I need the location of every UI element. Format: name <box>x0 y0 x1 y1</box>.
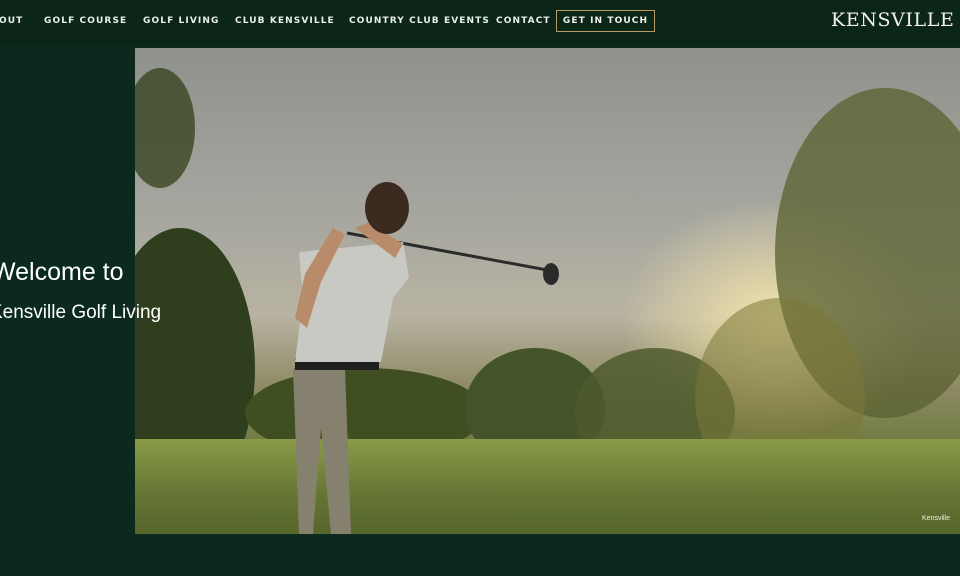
get-in-touch-button[interactable]: GET IN TOUCH <box>556 10 655 32</box>
nav-item-club-kensville[interactable]: CLUB KENSVILLE <box>235 16 335 26</box>
hero-heading-line2: Kensville Golf Living <box>0 302 162 323</box>
hero-heading-line1: Welcome to <box>0 258 124 286</box>
nav-item-country-club-events[interactable]: COUNTRY CLUB EVENTS <box>349 16 490 26</box>
nav-item-contact[interactable]: CONTACT <box>496 16 551 26</box>
golfer-figure <box>293 182 559 534</box>
kensville-logo[interactable]: KENSVILLE <box>831 9 954 31</box>
nav-item-golf-living[interactable]: GOLF LIVING <box>143 16 219 26</box>
hero-golfer-photo: Kensville <box>135 48 960 534</box>
nav-item-golf-course[interactable]: GOLF COURSE <box>44 16 127 26</box>
top-navigation: ABOUT GOLF COURSE GOLF LIVING CLUB KENSV… <box>0 0 960 46</box>
photo-credit: Kensville <box>921 515 950 522</box>
nav-item-about[interactable]: ABOUT <box>0 16 23 26</box>
